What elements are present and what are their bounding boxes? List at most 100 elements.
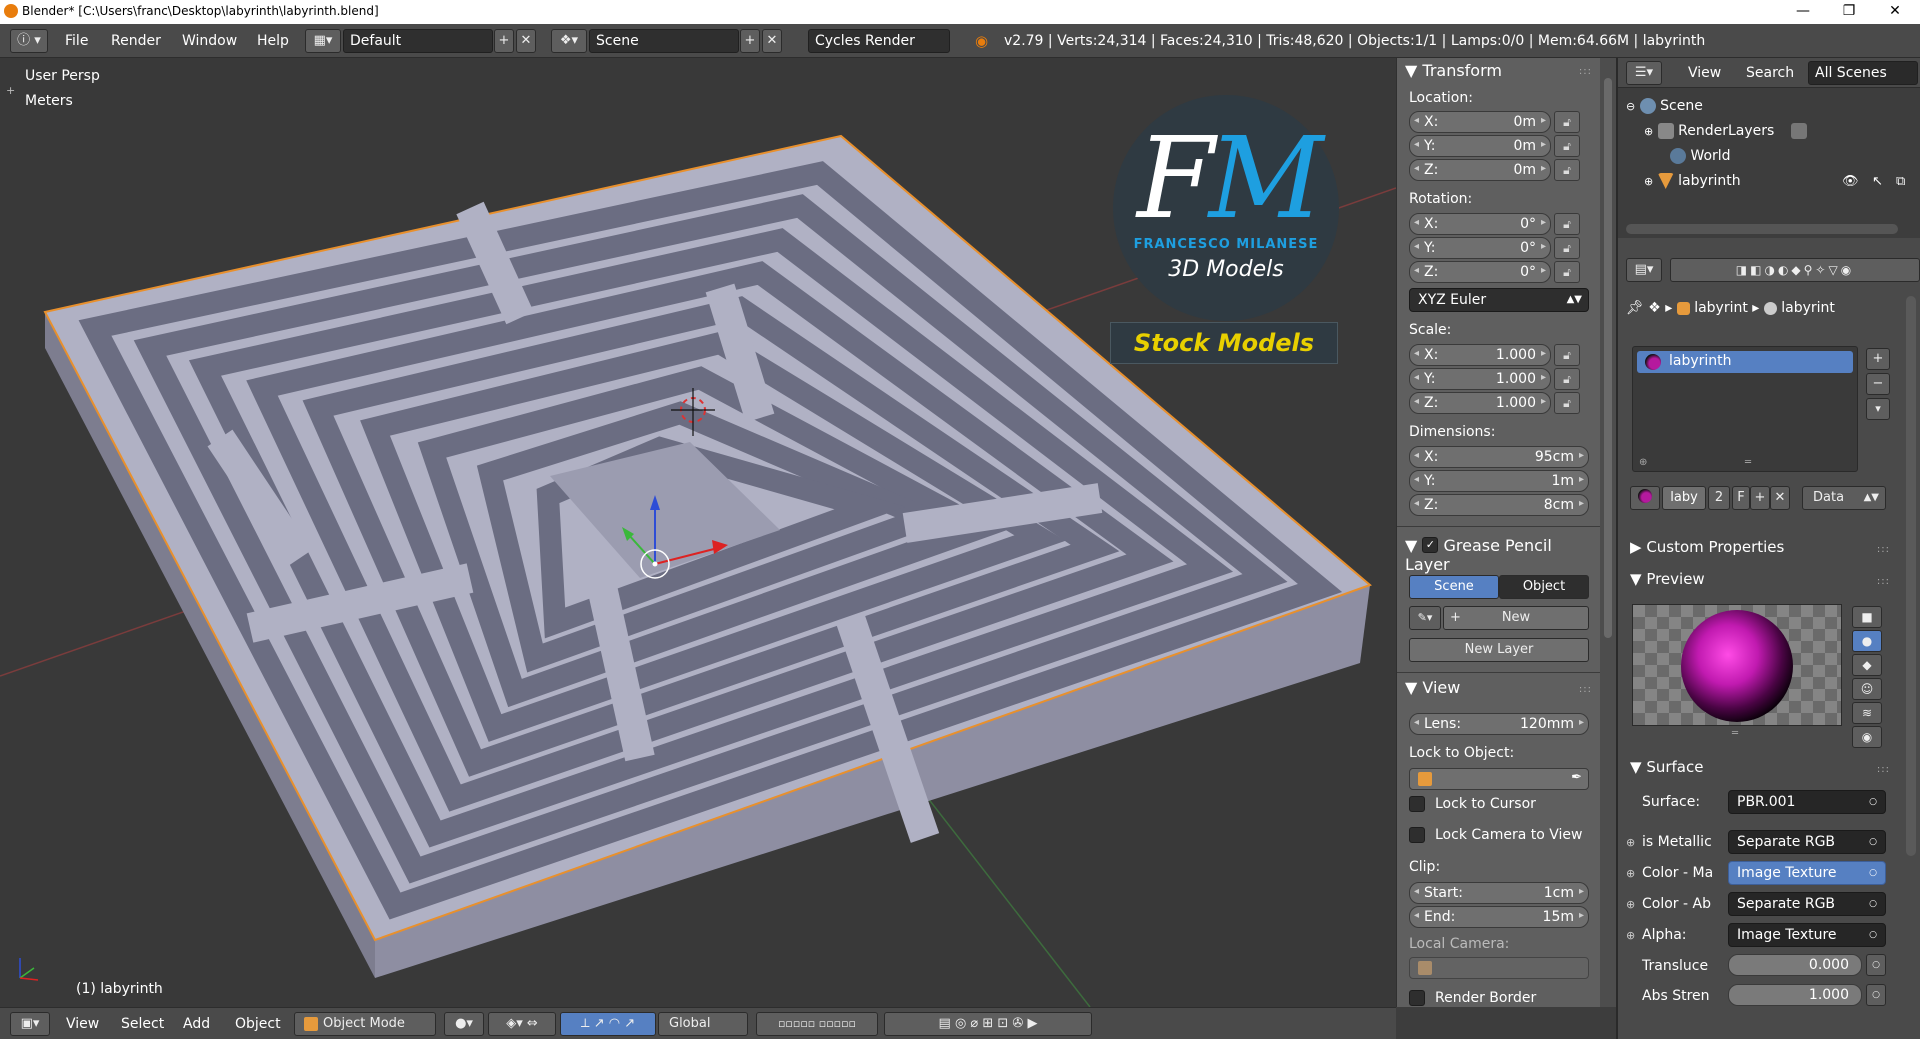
layer-buttons[interactable]: ▫▫▫▫▫ ▫▫▫▫▫ — [756, 1012, 878, 1036]
input-link-color-ab[interactable]: Separate RGB ○ — [1728, 892, 1886, 916]
outliner-item-labyrinth[interactable]: ⊕ labyrinth — [1644, 173, 1741, 189]
lock-location-x[interactable]: 🔓︎ — [1554, 111, 1580, 133]
preview-resize-grip-icon[interactable]: ═ — [1732, 728, 1738, 739]
info-editor-type-button[interactable]: ⓘ ▾ — [10, 29, 48, 53]
lock-camera-checkbox[interactable] — [1409, 827, 1425, 843]
abs-strength-slider[interactable]: 1.000 — [1728, 984, 1862, 1006]
scene-add-button[interactable]: + — [740, 29, 760, 53]
preview-cube-button[interactable]: ◆ — [1852, 654, 1882, 676]
menu-add[interactable]: Add — [183, 1016, 210, 1032]
npanel-scroll-thumb[interactable] — [1604, 78, 1612, 638]
gp-tab-scene[interactable]: Scene — [1409, 575, 1499, 599]
lock-rotation-y[interactable]: 🔓︎ — [1554, 237, 1580, 259]
clip-start-field[interactable]: ◂ Start: 1cm ▸ — [1409, 882, 1589, 904]
menu-view[interactable]: View — [66, 1016, 99, 1032]
viewport-tool-icons[interactable]: ▤ ◎ ⌀ ⊞ ⊡ ✇ ▶ — [884, 1012, 1092, 1036]
input-link-metallic[interactable]: Separate RGB ○ — [1728, 830, 1886, 854]
rotation-y-field[interactable]: ◂ Y: 0° ▸ — [1409, 237, 1551, 259]
outliner-menu-view[interactable]: View — [1688, 65, 1721, 81]
screen-delete-button[interactable]: ✕ — [516, 29, 536, 53]
rotation-x-field[interactable]: ◂ X: 0° ▸ — [1409, 213, 1551, 235]
location-z-field[interactable]: ◂ Z: 0m ▸ — [1409, 159, 1551, 181]
outliner-display-filter[interactable]: All Scenes — [1808, 61, 1918, 85]
input-expand-icon[interactable]: ⊕ — [1626, 898, 1635, 911]
panel-grip-icon[interactable]: ::: — [1877, 764, 1890, 775]
material-slot-list[interactable]: labyrinth ═ ⊕ — [1632, 346, 1858, 472]
input-expand-icon[interactable]: ⊕ — [1626, 929, 1635, 942]
dimension-x-field[interactable]: ◂ X: 95cm ▸ — [1409, 446, 1589, 468]
material-slot-specials-button[interactable]: ▾ — [1866, 398, 1890, 420]
menu-window[interactable]: Window — [182, 33, 237, 49]
scene-field[interactable]: Scene — [589, 29, 739, 53]
pivot-point-button[interactable]: ◈▾ ⇔ — [488, 1012, 556, 1036]
outliner-item-world[interactable]: World — [1670, 148, 1731, 164]
scene-delete-button[interactable]: ✕ — [762, 29, 782, 53]
3d-viewport[interactable]: User Persp Meters + (1) labyrinth FM FM … — [0, 58, 1396, 1007]
material-browse-button[interactable] — [1630, 486, 1660, 510]
gp-tab-object[interactable]: Object — [1499, 575, 1589, 599]
surface-header[interactable]: ▼ Surface — [1630, 758, 1703, 776]
menu-select[interactable]: Select — [121, 1016, 164, 1032]
grease-pencil-panel-header[interactable]: ▼ ✓ Grease Pencil Layer — [1405, 536, 1600, 574]
dimension-z-field[interactable]: ◂ Z: 8cm ▸ — [1409, 494, 1589, 516]
menu-render[interactable]: Render — [111, 33, 161, 49]
list-resize-grip-icon[interactable]: ═ — [1745, 457, 1751, 468]
screen-add-button[interactable]: + — [494, 29, 514, 53]
lens-field[interactable]: ◂ Lens: 120mm ▸ — [1409, 713, 1589, 735]
lock-to-cursor-checkbox[interactable] — [1409, 796, 1425, 812]
rotation-mode-select[interactable]: XYZ Euler ▲▼ — [1409, 288, 1589, 312]
material-slot-remove-button[interactable]: − — [1866, 373, 1890, 395]
preview-world-button[interactable]: ◉ — [1852, 726, 1882, 748]
lock-scale-x[interactable]: 🔓︎ — [1554, 344, 1580, 366]
material-unlink-button[interactable]: ✕ — [1770, 486, 1790, 510]
properties-scrollbar[interactable] — [1906, 296, 1916, 856]
scale-z-field[interactable]: ◂ Z: 1.000 ▸ — [1409, 392, 1551, 414]
lock-object-field[interactable]: ✒ — [1409, 768, 1589, 790]
lock-rotation-z[interactable]: 🔓︎ — [1554, 261, 1580, 283]
viewport-shading-button[interactable]: ●▾ — [444, 1012, 484, 1036]
material-slot-item[interactable]: labyrinth — [1637, 351, 1853, 373]
material-link-select[interactable]: Data ▲▼ — [1802, 486, 1886, 510]
grease-pencil-checkbox[interactable]: ✓ — [1422, 536, 1439, 553]
preview-monkey-button[interactable]: ☺ — [1852, 678, 1882, 700]
input-link-color-ma[interactable]: Image Texture ○ — [1728, 861, 1886, 885]
scale-y-field[interactable]: ◂ Y: 1.000 ▸ — [1409, 368, 1551, 390]
input-expand-icon[interactable]: ⊕ — [1626, 836, 1635, 849]
lock-location-z[interactable]: 🔓︎ — [1554, 159, 1580, 181]
renderlayer-toggle-icon[interactable] — [1790, 123, 1807, 139]
gp-new-button[interactable]: + New — [1443, 606, 1589, 630]
material-users-button[interactable]: 2 — [1708, 486, 1730, 510]
preview-sphere-button[interactable]: ● — [1852, 630, 1882, 652]
npanel-scrollbar[interactable] — [1600, 58, 1616, 1007]
outliner-menu-search[interactable]: Search — [1746, 65, 1794, 81]
preview-hair-button[interactable]: ≋ — [1852, 702, 1882, 724]
panel-grip-icon[interactable]: ::: — [1579, 66, 1592, 77]
rotation-z-field[interactable]: ◂ Z: 0° ▸ — [1409, 261, 1551, 283]
location-x-field[interactable]: ◂ X: 0m ▸ — [1409, 111, 1551, 133]
properties-context-tabs[interactable]: ◨◧◑◐◆⚲✧▽◉ — [1670, 258, 1920, 282]
properties-editor-type[interactable]: ▤▾ — [1626, 258, 1662, 282]
eyedropper-icon[interactable]: ✒ — [1571, 770, 1582, 785]
panel-grip-icon[interactable]: ::: — [1877, 576, 1890, 587]
material-slot-add-button[interactable]: + — [1866, 348, 1890, 370]
screen-layout-icon[interactable]: ▦▾ — [305, 29, 341, 53]
lock-location-y[interactable]: 🔓︎ — [1554, 135, 1580, 157]
preview-header[interactable]: ▼ Preview — [1630, 570, 1705, 588]
location-y-field[interactable]: ◂ Y: 0m ▸ — [1409, 135, 1551, 157]
screen-layout-field[interactable]: Default — [343, 29, 493, 53]
minimize-button[interactable]: — — [1780, 0, 1826, 24]
menu-help[interactable]: Help — [257, 33, 289, 49]
surface-shader-select[interactable]: PBR.001 ○ — [1728, 790, 1886, 814]
transluce-slider[interactable]: 0.000 — [1728, 954, 1862, 976]
render-engine-select[interactable]: Cycles Render — [808, 29, 950, 53]
scene-icon[interactable]: ❖▾ — [551, 29, 587, 53]
editor-type-button[interactable]: ▣▾ — [10, 1012, 50, 1036]
visibility-eye-icon[interactable]: 👁︎ — [1842, 174, 1859, 189]
input-expand-icon[interactable]: ⊕ — [1626, 867, 1635, 880]
material-name-field[interactable]: laby — [1662, 486, 1706, 510]
fake-user-button[interactable]: F — [1732, 486, 1750, 510]
panel-grip-icon[interactable]: ::: — [1579, 684, 1592, 695]
scale-x-field[interactable]: ◂ X: 1.000 ▸ — [1409, 344, 1551, 366]
outliner-editor-type[interactable]: ☰▾ — [1626, 61, 1662, 85]
selectable-cursor-icon[interactable]: ↖ — [1872, 174, 1883, 189]
